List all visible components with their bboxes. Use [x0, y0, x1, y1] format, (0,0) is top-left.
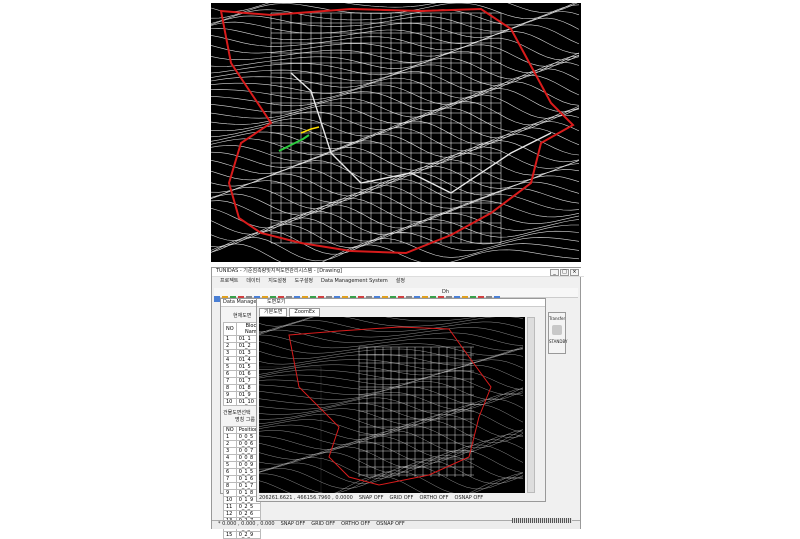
table-cell: 6 — [223, 370, 237, 378]
status-item[interactable]: OSNAP OFF — [376, 521, 405, 527]
table-cell: 3 — [223, 349, 237, 357]
menu-bar: 프로젝트 데이터 지도설정 도구설정 Data Management System 설정 — [212, 278, 580, 286]
table-cell: 10 — [223, 398, 237, 406]
document-scrollbar[interactable] — [527, 317, 535, 493]
table-cell: 8 — [223, 482, 237, 490]
standby-button[interactable]: STANDBY — [549, 338, 567, 345]
maximize-button[interactable]: □ — [560, 269, 569, 276]
table-cell: 9 — [223, 489, 237, 497]
table-cell: 8 — [223, 384, 237, 392]
document-status-bar: 206261.6621 , 466156.7960 , 0.0000 SNAP O… — [259, 495, 543, 502]
right-panel: Transfer STANDBY — [548, 312, 567, 354]
table-cell: 10 — [223, 496, 237, 504]
menu-item-1[interactable]: 데이터 — [246, 278, 260, 284]
table-cell: 11 — [223, 503, 237, 511]
contour-line — [211, 236, 580, 262]
menu-item-4[interactable]: Data Management System — [321, 278, 388, 284]
doc-status-item[interactable]: ORTHO OFF — [419, 495, 448, 501]
status-item[interactable]: ORTHO OFF — [341, 521, 370, 527]
position-row[interactable]: 12 0_2_6 — [223, 510, 262, 518]
menu-item-3[interactable]: 도구설정 — [295, 278, 313, 284]
menu-item-2[interactable]: 지도설정 — [268, 278, 286, 284]
table-cell: 0_2_5 — [235, 503, 262, 511]
status-item[interactable]: GRID OFF — [311, 521, 335, 527]
table-cell: 7 — [223, 475, 237, 483]
table-cell: 12 — [223, 510, 237, 518]
table-cell: 1 — [223, 433, 237, 441]
drawing-svg[interactable] — [259, 317, 525, 493]
app-window: TUNIDAS - 기준점측량및지적도면관리시스템 - [Drawing] _ … — [211, 267, 584, 539]
tab-0[interactable]: 기본도면 — [259, 308, 288, 317]
doc-status-item[interactable]: SNAP OFF — [359, 495, 384, 501]
contour-line — [211, 81, 580, 106]
contour-line — [211, 87, 580, 113]
table-cell: 0_2_6 — [235, 510, 262, 518]
toolbar — [214, 288, 578, 302]
status-item: * 0.000 , 0.000 , 0.000 — [218, 521, 275, 527]
contour-line — [259, 317, 478, 327]
toolbar-text: Dh — [442, 289, 450, 295]
contour-line — [211, 37, 580, 61]
top-map[interactable] — [211, 3, 581, 262]
table-cell: 15 — [223, 531, 237, 539]
contour-line — [211, 133, 580, 158]
close-button[interactable]: × — [570, 269, 579, 276]
doc-status-item: 206261.6621 , 466156.7960 , 0.0000 — [259, 495, 353, 501]
horizontal-scrollbar[interactable] — [512, 518, 572, 523]
yellow-path — [300, 126, 320, 134]
contour-line — [211, 17, 580, 38]
document-tabs: 기본도면 ZoomEx — [257, 308, 545, 317]
contour-line — [259, 329, 524, 346]
transfer-button[interactable]: Transfer — [549, 315, 565, 322]
minimize-button[interactable]: _ — [550, 269, 559, 276]
table-cell: 5 — [223, 363, 237, 371]
contour-line — [211, 31, 580, 54]
column-header[interactable]: NO — [223, 426, 237, 434]
table-cell: 1 — [223, 335, 237, 343]
position-row[interactable]: 15 0_2_9 — [223, 531, 262, 539]
menu-item-5[interactable]: 설정 — [396, 278, 405, 284]
column-header[interactable]: NO — [223, 322, 237, 336]
contour-line — [211, 24, 580, 45]
contour-line — [211, 217, 579, 242]
doc-status-item[interactable]: OSNAP OFF — [455, 495, 484, 501]
map-canvas[interactable] — [211, 3, 581, 262]
contour-line — [211, 140, 580, 165]
contour-line — [211, 197, 580, 222]
table-cell: 2 — [223, 342, 237, 350]
table-cell: 5 — [223, 461, 237, 469]
table-cell: 9 — [223, 391, 237, 399]
position-row[interactable]: 11 0_2_5 — [223, 503, 262, 511]
drawing-document: 도면보기 기본도면 ZoomEx 206261.6621 , 466156.796… — [256, 298, 546, 502]
app-title: TUNIDAS - 기준점측량및지적도면관리시스템 - [Drawing] — [216, 268, 342, 274]
table-cell: 4 — [223, 356, 237, 364]
status-item[interactable]: SNAP OFF — [281, 521, 306, 527]
table-cell: 0_2_9 — [235, 531, 262, 539]
contour-line — [259, 317, 524, 332]
document-title: 도면보기 — [257, 299, 545, 307]
table-cell: 3 — [223, 447, 237, 455]
table-cell: 6 — [223, 468, 237, 476]
tab-1[interactable]: ZoomEx — [289, 308, 320, 317]
table-cell: 4 — [223, 454, 237, 462]
drawing-canvas[interactable] — [259, 317, 525, 493]
table-cell: 7 — [223, 377, 237, 385]
transfer-arrow-icon[interactable] — [552, 325, 562, 335]
menu-item-0[interactable]: 프로젝트 — [220, 278, 238, 284]
app-title-bar: TUNIDAS - 기준점측량및지적도면관리시스템 - [Drawing] — [212, 268, 584, 277]
table-cell: 2 — [223, 440, 237, 448]
contour-line — [211, 178, 580, 203]
doc-status-item[interactable]: GRID OFF — [389, 495, 413, 501]
